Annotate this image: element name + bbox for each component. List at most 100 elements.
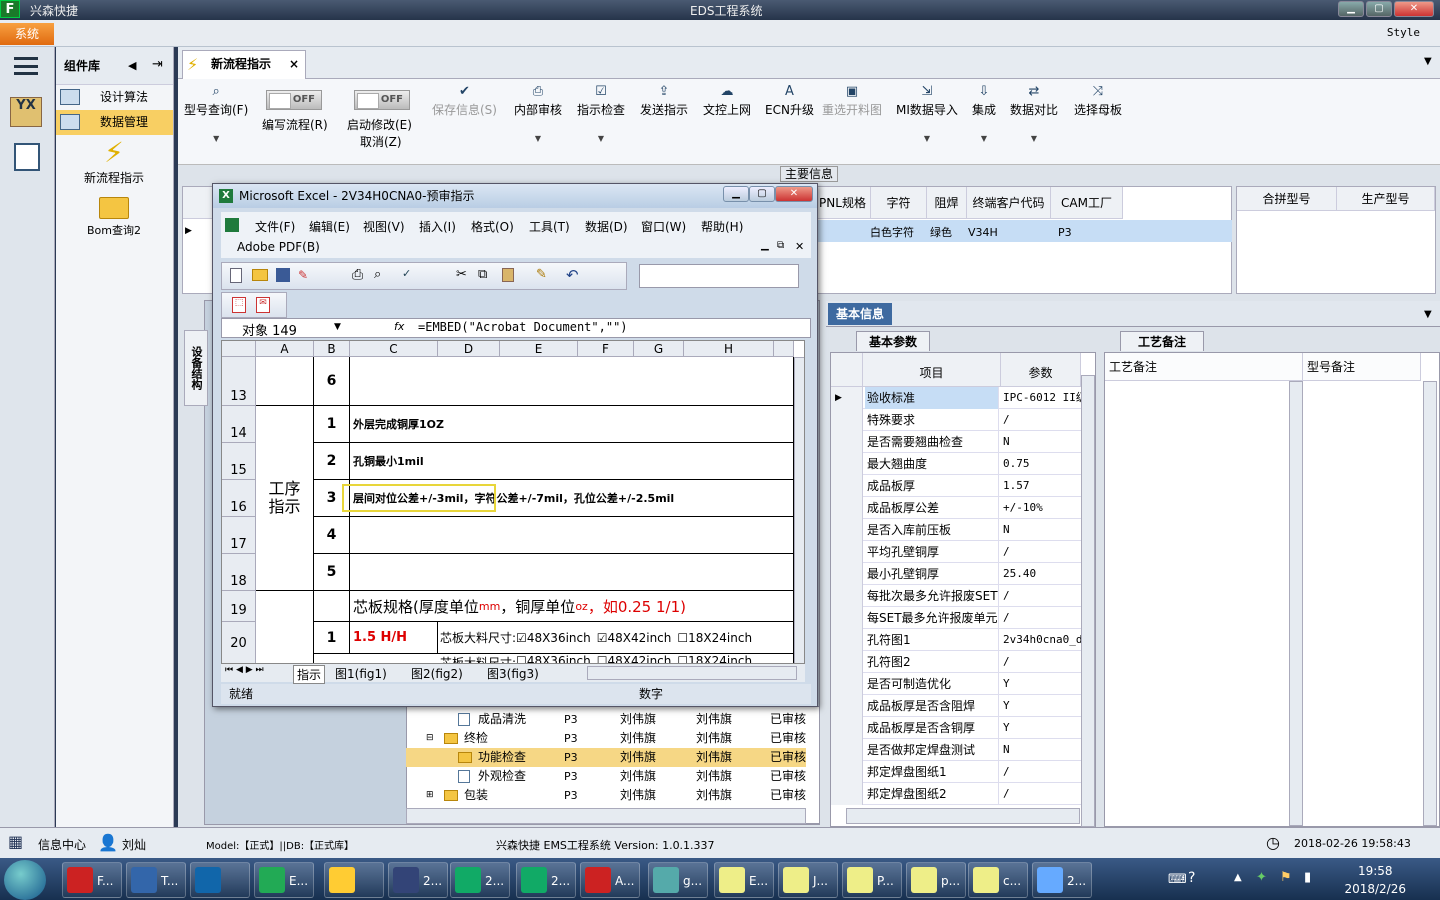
- doc-control-online-button[interactable]: ☁ 文控上网: [703, 84, 751, 118]
- params-vertical-scrollbar[interactable]: [1081, 375, 1095, 827]
- paste-icon[interactable]: [502, 268, 514, 282]
- spelling-icon[interactable]: ✓: [402, 267, 411, 280]
- params-horizontal-scrollbar[interactable]: [846, 808, 1080, 824]
- param-row[interactable]: 孔符图1 2v34h0cna0_dr: [831, 629, 1081, 651]
- integrate-button[interactable]: ⇩ 集成 ▼: [972, 84, 996, 143]
- row-header[interactable]: [831, 695, 863, 717]
- row-header[interactable]: [831, 629, 863, 651]
- select-master-board-button[interactable]: ⤨ 选择母板: [1074, 84, 1122, 118]
- hamburger-icon[interactable]: [14, 57, 38, 75]
- checkbox-unchecked[interactable]: ☐: [677, 631, 688, 645]
- grid-header[interactable]: CAM工厂: [1051, 187, 1123, 219]
- namebox-dropdown-icon[interactable]: ▼: [334, 322, 341, 332]
- system-menu-button[interactable]: 系统: [0, 23, 54, 45]
- param-row[interactable]: 最大翘曲度 0.75: [831, 453, 1081, 475]
- comp-item-design-algorithm[interactable]: 设计算法: [56, 85, 173, 110]
- col-header[interactable]: G: [634, 341, 684, 357]
- yx-module-icon[interactable]: YX: [10, 97, 42, 127]
- instruction-check-button[interactable]: ☑ 指示检查 ▼: [577, 84, 625, 143]
- tray-flag-icon[interactable]: ⚑: [1280, 870, 1292, 885]
- cell[interactable]: 外层完成铜厚1OZ: [350, 406, 794, 443]
- print-icon[interactable]: ⎙: [352, 267, 363, 283]
- tree-row[interactable]: 成品清洗 P3 刘伟旗 刘伟旗 已审核: [406, 710, 806, 729]
- ecn-upgrade-button[interactable]: A ECN升级: [765, 84, 814, 118]
- taskbar-item[interactable]: c...: [968, 862, 1028, 898]
- sheet-nav-icons[interactable]: ⏮ ◀ ▶ ⏭: [225, 665, 264, 675]
- internal-review-button[interactable]: ⎙ 内部审核 ▼: [514, 84, 562, 143]
- cut-icon[interactable]: ✂: [456, 267, 467, 282]
- param-row[interactable]: 邦定焊盘图纸1/: [831, 761, 1081, 783]
- taskbar-item[interactable]: [190, 862, 250, 898]
- new-flow-shortcut[interactable]: ⚡ 新流程指示: [56, 137, 172, 186]
- grid-header[interactable]: 阻焊: [927, 187, 967, 219]
- tab-device-structure[interactable]: 设备结构: [184, 330, 208, 406]
- excel-menu-edit[interactable]: 编辑(E): [309, 218, 350, 235]
- row-header[interactable]: [831, 717, 863, 739]
- calculator-icon[interactable]: [14, 143, 40, 171]
- sheet-tab-fig3[interactable]: 图3(fig3): [487, 665, 539, 682]
- font-combo[interactable]: [639, 264, 799, 288]
- tab-basic-info[interactable]: 基本信息: [828, 303, 892, 325]
- tray-expand-icon[interactable]: ▲: [1234, 872, 1242, 883]
- taskbar-item[interactable]: E...: [254, 862, 314, 898]
- undo-icon[interactable]: ↶: [566, 266, 579, 284]
- grid-cell[interactable]: 绿色: [930, 222, 952, 244]
- row-header[interactable]: [831, 475, 863, 497]
- cancel-label[interactable]: 取消(Z): [360, 133, 402, 150]
- sheet-vertical-scrollbar[interactable]: [794, 357, 804, 663]
- pdf-convert-icon[interactable]: ⬚: [232, 297, 246, 313]
- row-header[interactable]: 16: [222, 480, 256, 517]
- send-instruction-button[interactable]: ⇪ 发送指示: [640, 84, 688, 118]
- param-row[interactable]: 成品板厚是否含阻焊 Y: [831, 695, 1081, 717]
- row-header[interactable]: [831, 563, 863, 585]
- row-header[interactable]: [831, 607, 863, 629]
- close-button[interactable]: ✕: [1394, 1, 1434, 17]
- panel-menu-chevron-icon[interactable]: ▼: [1424, 309, 1432, 320]
- grid-cell[interactable]: 白色字符: [870, 222, 914, 244]
- mi-data-import-button[interactable]: ⇲ MI数据导入 ▼: [896, 84, 958, 143]
- sheet-tab-instruction[interactable]: 指示: [293, 665, 326, 684]
- param-row[interactable]: 成品板厚 1.57: [831, 475, 1081, 497]
- bom-query-shortcut[interactable]: Bom查询2: [56, 197, 172, 238]
- row-header[interactable]: [831, 431, 863, 453]
- param-value[interactable]: Y: [1001, 695, 1081, 717]
- start-modify-toggle[interactable]: OFF: [354, 90, 410, 110]
- doc-minimize-icon[interactable]: ▁: [761, 240, 769, 251]
- open-icon[interactable]: [252, 269, 268, 281]
- pin-icon[interactable]: ⇥: [152, 57, 163, 72]
- doc-close-icon[interactable]: ✕: [795, 240, 804, 253]
- excel-close-button[interactable]: ✕: [775, 186, 813, 202]
- material-size-cell[interactable]: 芯板大料尺寸: ☐ 48X36inch ☐ 48X42inch ☐ 18X24inch: [438, 654, 794, 663]
- param-value[interactable]: N: [1001, 739, 1081, 761]
- fx-icon[interactable]: fx: [394, 320, 404, 333]
- checkbox-checked[interactable]: ☑: [516, 631, 527, 645]
- cell[interactable]: 5: [314, 554, 350, 591]
- cell[interactable]: [350, 517, 794, 554]
- formula-input[interactable]: =EMBED("Acrobat Document",""): [418, 320, 628, 334]
- cell[interactable]: 1.5 H/H: [350, 622, 438, 654]
- grid-header-item[interactable]: 项目: [863, 353, 1001, 387]
- taskbar-item[interactable]: 2...: [1032, 862, 1092, 898]
- col-header[interactable]: D: [438, 341, 500, 357]
- checkbox-unchecked[interactable]: ☐: [516, 654, 527, 663]
- excel-menu-insert[interactable]: 插入(I): [419, 218, 456, 235]
- cell[interactable]: 1: [314, 406, 350, 443]
- excel-menu-adobe-pdf[interactable]: Adobe PDF(B): [237, 240, 320, 254]
- row-header[interactable]: [831, 541, 863, 563]
- model-query-button[interactable]: ⌕ 型号查询(F) ▼: [184, 84, 248, 143]
- copy-icon[interactable]: ⧉: [478, 267, 487, 282]
- row-header[interactable]: [831, 409, 863, 431]
- tree-row[interactable]: 外观检查 P3 刘伟旗 刘伟旗 已审核: [406, 767, 806, 786]
- merged-label-cell[interactable]: 工序 指示: [256, 406, 314, 591]
- col-header[interactable]: H: [684, 341, 774, 357]
- save-icon[interactable]: [276, 268, 290, 282]
- new-icon[interactable]: [230, 268, 242, 283]
- row-header[interactable]: [831, 585, 863, 607]
- material-size-cell[interactable]: 芯板大料尺寸: ☑ 48X36inch ☑ 48X42inch ☐ 18X24inch: [438, 622, 794, 654]
- param-value[interactable]: 0.75: [1001, 453, 1081, 475]
- col-header[interactable]: B: [314, 341, 350, 357]
- cell[interactable]: 孔铜最小1mil: [350, 443, 794, 480]
- taskbar-item[interactable]: [324, 862, 384, 898]
- maximize-button[interactable]: ▢: [1366, 1, 1392, 17]
- param-value[interactable]: +/-10%: [1001, 497, 1081, 519]
